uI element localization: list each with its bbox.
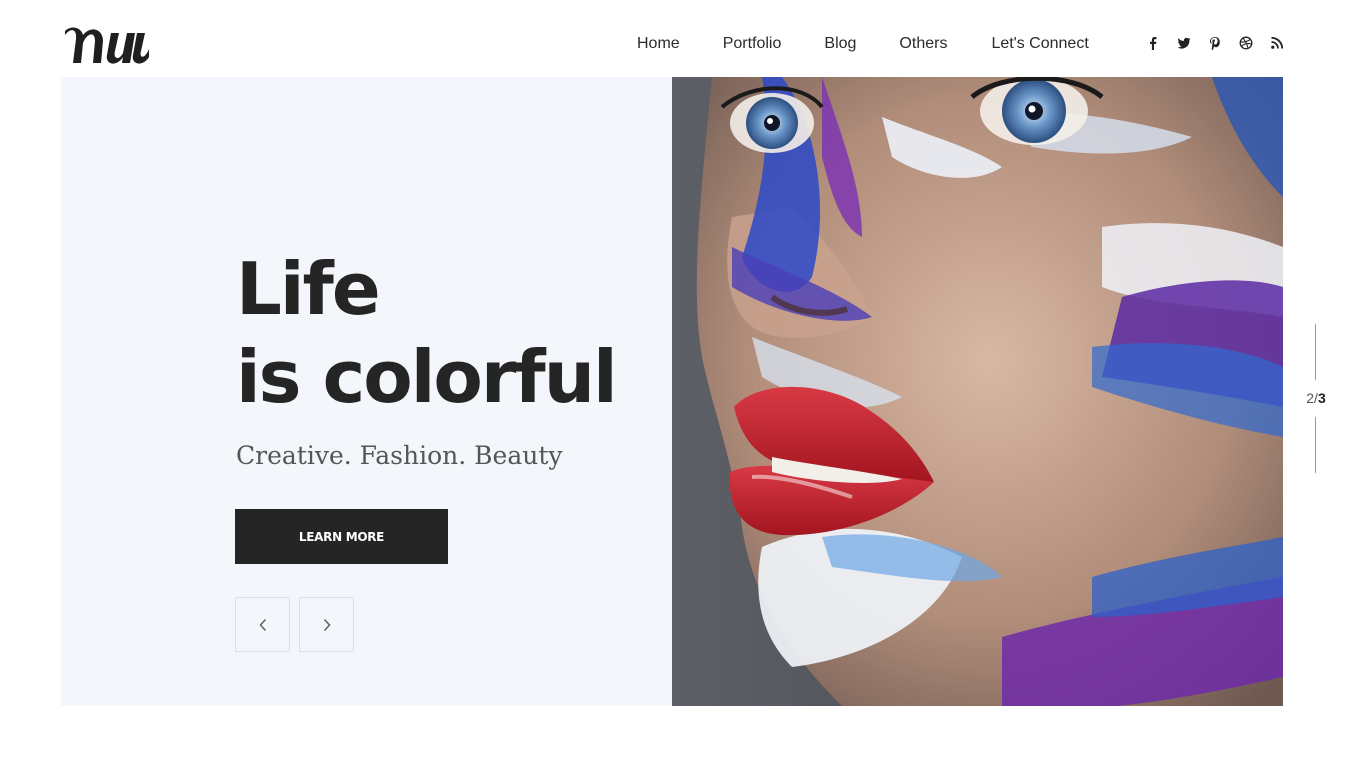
counter-line-top [1315, 324, 1316, 380]
chevron-left-icon [258, 618, 266, 631]
social-links [1145, 35, 1285, 51]
nav-lets-connect[interactable]: Let's Connect [991, 33, 1088, 55]
prev-slide-button[interactable] [235, 597, 290, 652]
next-slide-button[interactable] [299, 597, 354, 652]
face-paint-portrait [672, 77, 1283, 706]
counter-line-bottom [1315, 417, 1316, 473]
counter-text: 2/3 [1296, 390, 1336, 406]
headline-line-1: Life [236, 247, 381, 331]
dribbble-icon[interactable] [1238, 35, 1254, 51]
counter-current: 2 [1306, 390, 1315, 406]
hero-headline: Life is colorful [236, 245, 618, 421]
learn-more-button[interactable]: LEARN MORE [235, 509, 448, 564]
hero-image [672, 77, 1283, 706]
nav-blog[interactable]: Blog [824, 33, 856, 55]
hero-slider: Life is colorful Creative. Fashion. Beau… [61, 77, 1283, 706]
nav-home[interactable]: Home [637, 33, 680, 55]
facebook-icon[interactable] [1145, 35, 1161, 51]
nav-portfolio[interactable]: Portfolio [723, 33, 782, 55]
hero-subline: Creative. Fashion. Beauty [236, 441, 563, 470]
site-header: Home Portfolio Blog Others Let's Connect [0, 0, 1350, 77]
rss-icon[interactable] [1269, 35, 1285, 51]
main-nav: Home Portfolio Blog Others Let's Connect [617, 33, 1089, 55]
headline-line-2: is colorful [236, 335, 618, 419]
slide-counter: 2/3 [1296, 322, 1336, 474]
twitter-icon[interactable] [1176, 35, 1192, 51]
pinterest-icon[interactable] [1207, 35, 1223, 51]
counter-total: 3 [1317, 390, 1326, 406]
site-logo[interactable] [61, 21, 151, 67]
chevron-right-icon [323, 618, 331, 631]
nav-others[interactable]: Others [899, 33, 947, 55]
hero-text-panel: Life is colorful Creative. Fashion. Beau… [61, 77, 672, 706]
